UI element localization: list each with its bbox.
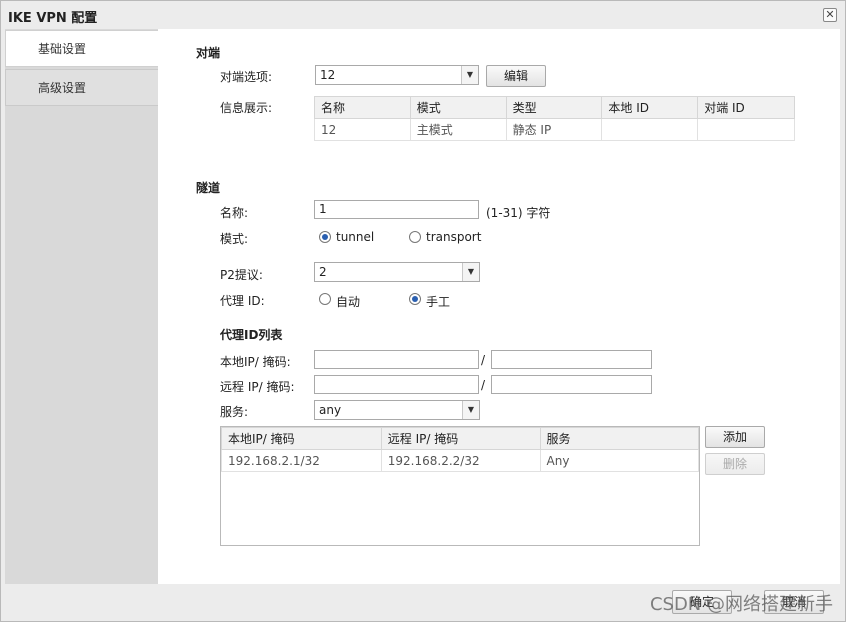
peer-option-select[interactable]: 12 ▼ — [315, 65, 479, 85]
table-cell: 12 — [314, 118, 411, 141]
table-cell: 静态 IP — [505, 118, 603, 141]
column-header: 本地IP/ 掩码 — [221, 427, 382, 450]
mode-transport-radio[interactable] — [409, 231, 421, 243]
edit-peer-button[interactable]: 编辑 — [486, 65, 546, 87]
sidebar-item-basic-settings[interactable]: 基础设置 — [5, 30, 158, 67]
tunnel-name-input[interactable]: 1 — [314, 200, 479, 219]
column-header: 本地 ID — [601, 96, 699, 119]
local-ip-mask-label: 本地IP/ 掩码: — [220, 355, 291, 369]
chevron-down-icon: ▼ — [462, 401, 479, 419]
service-value: any — [319, 403, 342, 417]
local-ip-input[interactable] — [314, 350, 479, 369]
proxy-auto-radio[interactable] — [319, 293, 331, 305]
table-cell: 主模式 — [409, 118, 507, 141]
mode-transport-label: transport — [426, 230, 482, 244]
column-header: 远程 IP/ 掩码 — [380, 427, 541, 450]
p2-proposal-select[interactable]: 2 ▼ — [314, 262, 480, 282]
proxy-manual-label: 手工 — [426, 295, 451, 309]
table-cell: Any — [539, 449, 699, 472]
tunnel-mode-label: 模式: — [220, 232, 249, 246]
table-cell — [697, 118, 795, 141]
remote-ip-mask-label: 远程 IP/ 掩码: — [220, 380, 295, 394]
ike-vpn-dialog: IKE VPN 配置 ✕ 基础设置 高级设置 对端 对端选项: 12 ▼ 编辑 … — [0, 0, 846, 622]
proxy-id-table: 本地IP/ 掩码 远程 IP/ 掩码 服务 192.168.2.1/32 192… — [221, 427, 699, 472]
p2-proposal-label: P2提议: — [220, 268, 263, 282]
sidebar-item-advanced-settings[interactable]: 高级设置 — [5, 69, 158, 106]
peer-option-label: 对端选项: — [220, 70, 273, 84]
table-row[interactable]: 192.168.2.1/32 192.168.2.2/32 Any — [221, 449, 699, 472]
column-header: 对端 ID — [697, 96, 795, 119]
content-panel: 对端 对端选项: 12 ▼ 编辑 信息展示: 名称 模式 类型 本地 ID 对端… — [158, 29, 840, 584]
peer-section-title: 对端 — [196, 46, 221, 60]
sidebar — [5, 29, 158, 584]
column-header: 类型 — [505, 96, 603, 119]
csdn-watermark: CSDN @网络搭建新手 — [649, 594, 833, 615]
tunnel-section-title: 隧道 — [196, 181, 221, 195]
close-icon[interactable]: ✕ — [823, 8, 837, 22]
table-row[interactable]: 12 主模式 静态 IP — [314, 118, 795, 141]
proxy-id-list: 本地IP/ 掩码 远程 IP/ 掩码 服务 192.168.2.1/32 192… — [220, 426, 700, 546]
column-header: 模式 — [409, 96, 507, 119]
column-header: 服务 — [539, 427, 699, 450]
proxy-auto-label: 自动 — [336, 295, 361, 309]
add-proxy-button[interactable]: 添加 — [705, 426, 765, 448]
remote-separator: / — [481, 378, 486, 392]
title-bar: IKE VPN 配置 ✕ — [1, 1, 845, 29]
chevron-down-icon: ▼ — [461, 66, 478, 84]
tunnel-name-hint: (1-31) 字符 — [486, 206, 551, 220]
info-display-label: 信息展示: — [220, 101, 273, 115]
tunnel-name-label: 名称: — [220, 206, 249, 220]
mode-tunnel-label: tunnel — [336, 230, 375, 244]
peer-option-value: 12 — [320, 68, 336, 82]
service-label: 服务: — [220, 405, 249, 419]
local-mask-input[interactable] — [491, 350, 652, 369]
chevron-down-icon: ▼ — [462, 263, 479, 281]
peer-info-table: 名称 模式 类型 本地 ID 对端 ID 12 主模式 静态 IP — [314, 96, 795, 141]
table-header-row: 名称 模式 类型 本地 ID 对端 ID — [314, 96, 795, 119]
proxy-id-label: 代理 ID: — [220, 294, 265, 308]
table-cell: 192.168.2.1/32 — [221, 449, 382, 472]
remote-ip-input[interactable] — [314, 375, 479, 394]
dialog-title: IKE VPN 配置 — [8, 11, 98, 26]
proxy-list-title: 代理ID列表 — [220, 328, 283, 342]
delete-proxy-button[interactable]: 删除 — [705, 453, 765, 475]
service-select[interactable]: any ▼ — [314, 400, 480, 420]
table-header-row: 本地IP/ 掩码 远程 IP/ 掩码 服务 — [221, 427, 699, 450]
p2-proposal-value: 2 — [319, 265, 327, 279]
proxy-manual-radio[interactable] — [409, 293, 421, 305]
table-cell: 192.168.2.2/32 — [380, 449, 541, 472]
remote-mask-input[interactable] — [491, 375, 652, 394]
mode-tunnel-radio[interactable] — [319, 231, 331, 243]
table-cell — [601, 118, 699, 141]
local-separator: / — [481, 353, 486, 367]
column-header: 名称 — [314, 96, 411, 119]
